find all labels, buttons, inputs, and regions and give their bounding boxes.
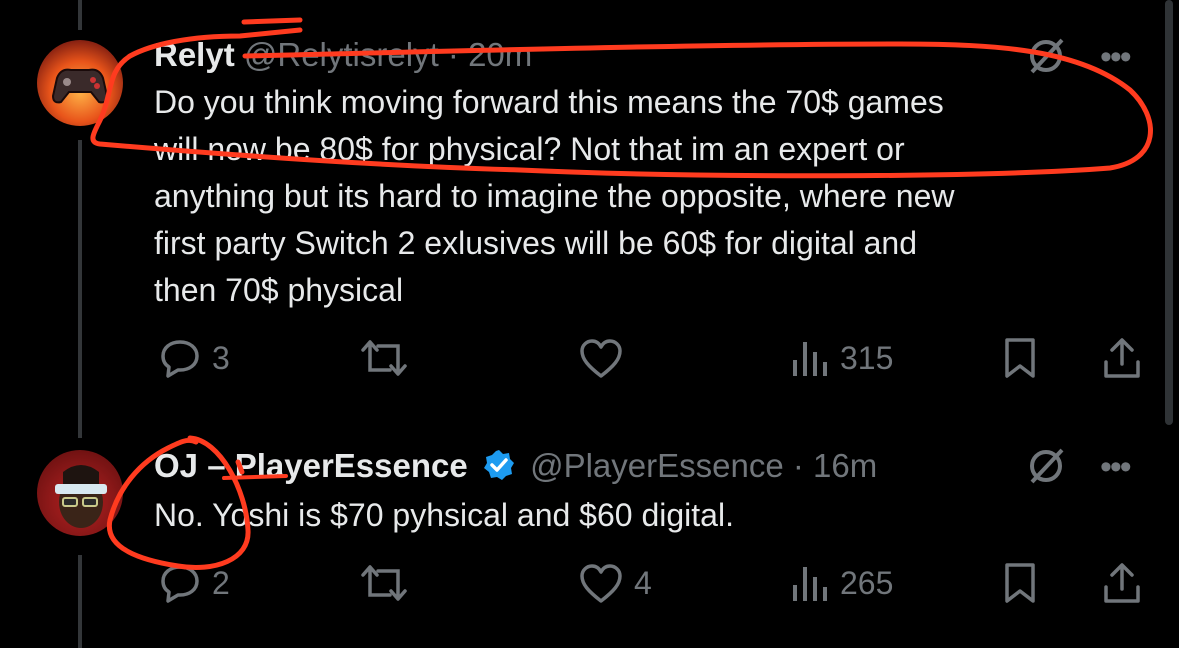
views-icon (793, 342, 827, 376)
bookmark-icon[interactable] (1000, 336, 1040, 380)
reply-button[interactable]: 3 (158, 336, 230, 380)
verified-badge-icon (483, 450, 514, 480)
grok-icon[interactable] (1026, 446, 1066, 486)
display-name[interactable]: OJ – PlayerEssence (154, 447, 468, 484)
like-icon (580, 564, 622, 603)
thread-line (78, 140, 82, 438)
display-name[interactable]: Relyt (154, 36, 235, 73)
more-options-icon[interactable]: ••• (1100, 448, 1132, 487)
handle[interactable]: @PlayerEssence (530, 447, 784, 484)
repost-icon (361, 565, 407, 601)
reply-button[interactable]: 2 (158, 561, 230, 605)
view-count: 265 (840, 564, 894, 601)
share-icon[interactable] (1100, 336, 1144, 380)
reply-count: 3 (212, 339, 230, 376)
thread-line-top (78, 0, 82, 30)
views-button[interactable]: 315 (790, 336, 893, 380)
reply-count: 2 (212, 564, 230, 601)
more-options-icon[interactable]: ••• (1100, 38, 1132, 77)
character-face-icon (55, 465, 107, 528)
repost-button[interactable] (360, 336, 418, 380)
scrollbar[interactable] (1165, 0, 1173, 425)
bookmark-icon[interactable] (1000, 561, 1040, 605)
views-icon (793, 567, 827, 601)
views-button[interactable]: 265 (790, 561, 893, 605)
thread-line-bottom (78, 555, 82, 648)
tweet-text: Do you think moving forward this means t… (154, 84, 955, 308)
like-button[interactable] (578, 336, 634, 380)
timestamp[interactable]: · 20m (448, 36, 532, 73)
avatar[interactable] (37, 450, 123, 536)
grok-icon[interactable] (1026, 36, 1066, 76)
tweet-header: Relyt @Relytisrelyt · 20m (154, 36, 532, 74)
reply-icon (161, 340, 199, 378)
tweet-header: OJ – PlayerEssence @PlayerEssence · 16m (154, 447, 877, 485)
share-icon[interactable] (1100, 561, 1144, 605)
gamepad-icon (51, 68, 109, 104)
tweet-text: No. Yoshi is $70 pyhsical and $60 digita… (154, 497, 734, 533)
timestamp[interactable]: · 16m (793, 447, 877, 484)
handle[interactable]: @Relytisrelyt (244, 36, 439, 73)
view-count: 315 (840, 339, 894, 376)
like-count: 4 (634, 564, 652, 601)
annotation-underline (241, 17, 303, 25)
like-icon (580, 339, 622, 378)
repost-button[interactable] (360, 561, 418, 605)
like-button[interactable]: 4 (578, 561, 652, 605)
repost-icon (361, 340, 407, 376)
reply-icon (161, 565, 199, 603)
avatar[interactable] (37, 40, 123, 126)
